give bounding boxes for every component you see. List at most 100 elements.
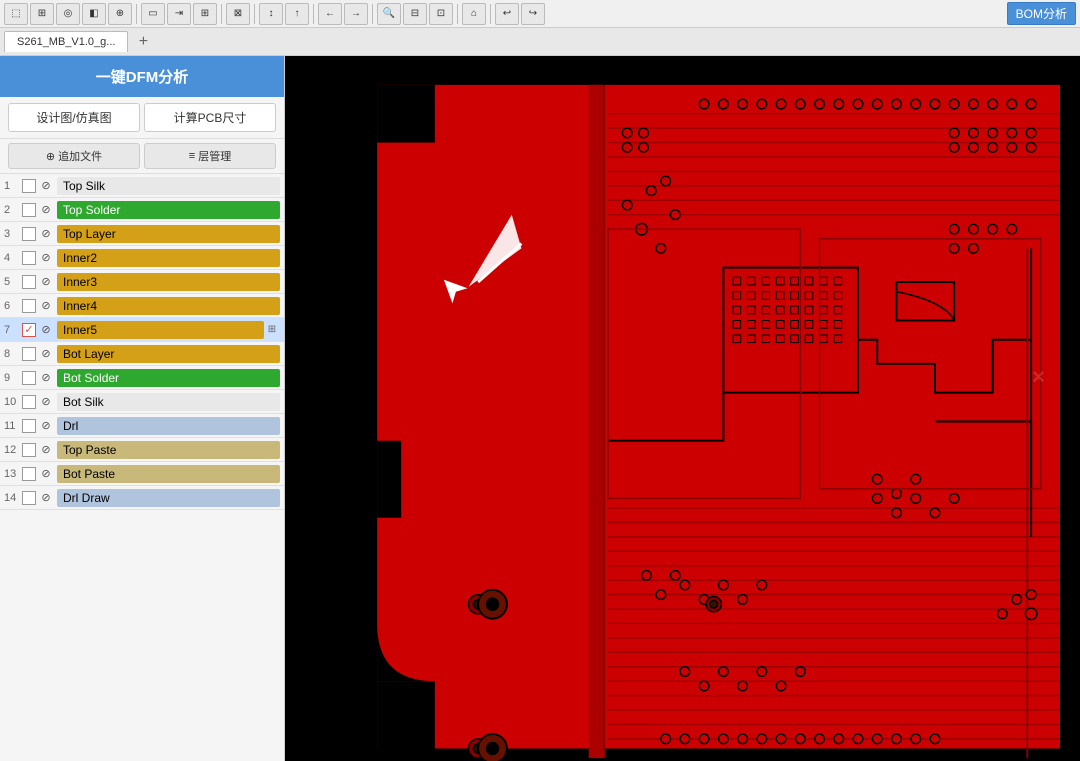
- eye-icon: ⊘: [41, 419, 50, 432]
- sep-7: [490, 4, 491, 24]
- layer-eye-12[interactable]: ⊘: [38, 467, 54, 481]
- layer-row-bot-solder[interactable]: 9⊘Bot Solder: [0, 366, 284, 390]
- layer-row-inner4[interactable]: 6⊘Inner4: [0, 294, 284, 318]
- toolbar-btn-16[interactable]: ⊡: [429, 3, 453, 25]
- layer-label-2: Top Layer: [57, 225, 280, 243]
- calc-pcb-button[interactable]: 计算PCB尺寸: [144, 103, 276, 132]
- layer-expand-6[interactable]: ⊞: [264, 324, 280, 335]
- arrow-indicator-1: ➤: [431, 267, 474, 310]
- eye-icon: ⊘: [41, 275, 50, 288]
- plus-icon: ⊕: [46, 150, 55, 163]
- layer-checkbox-6[interactable]: ✓: [22, 323, 36, 337]
- layer-label-0: Top Silk: [57, 177, 280, 195]
- layer-eye-7[interactable]: ⊘: [38, 347, 54, 361]
- toolbar-btn-17[interactable]: ⌂: [462, 3, 486, 25]
- toolbar-btn-12[interactable]: ←: [318, 3, 342, 25]
- layer-eye-1[interactable]: ⊘: [38, 203, 54, 217]
- layer-row-inner2[interactable]: 4⊘Inner2: [0, 246, 284, 270]
- layer-checkbox-0[interactable]: [22, 179, 36, 193]
- toolbar-btn-5[interactable]: ⊕: [108, 3, 132, 25]
- layer-tools: ⊕ 追加文件 ≡ 层管理: [0, 139, 284, 174]
- tab-s261[interactable]: S261_MB_V1.0_g...: [4, 31, 128, 52]
- layer-eye-2[interactable]: ⊘: [38, 227, 54, 241]
- toolbar-btn-14[interactable]: 🔍: [377, 3, 401, 25]
- layer-eye-0[interactable]: ⊘: [38, 179, 54, 193]
- layer-eye-5[interactable]: ⊘: [38, 299, 54, 313]
- layer-eye-13[interactable]: ⊘: [38, 491, 54, 505]
- layer-label-1: Top Solder: [57, 201, 280, 219]
- check-icon: ✓: [24, 323, 33, 336]
- layer-checkbox-1[interactable]: [22, 203, 36, 217]
- layer-row-inner3[interactable]: 5⊘Inner3: [0, 270, 284, 294]
- layer-row-top-layer[interactable]: 3 ⊘Top Layer: [0, 222, 284, 246]
- toolbar-btn-7[interactable]: ⇥: [167, 3, 191, 25]
- toolbar-btn-6[interactable]: ▭: [141, 3, 165, 25]
- layer-eye-9[interactable]: ⊘: [38, 395, 54, 409]
- layer-num-12: 13: [4, 468, 22, 480]
- layer-checkbox-12[interactable]: [22, 467, 36, 481]
- toolbar-btn-11[interactable]: ↑: [285, 3, 309, 25]
- eye-icon: ⊘: [41, 395, 50, 408]
- layer-checkbox-4[interactable]: [22, 275, 36, 289]
- eye-icon: ⊘: [41, 323, 50, 336]
- toolbar-btn-10[interactable]: ↕: [259, 3, 283, 25]
- add-file-button[interactable]: ⊕ 追加文件: [8, 143, 140, 169]
- svg-text:✕: ✕: [1031, 367, 1046, 387]
- layer-num-1: 2: [4, 204, 22, 216]
- layer-label-5: Inner4: [57, 297, 280, 315]
- toolbar-btn-4[interactable]: ◧: [82, 3, 106, 25]
- layer-checkbox-13[interactable]: [22, 491, 36, 505]
- toolbar-btn-8[interactable]: ⊞: [193, 3, 217, 25]
- layer-eye-8[interactable]: ⊘: [38, 371, 54, 385]
- design-sim-button[interactable]: 设计图/仿真图: [8, 103, 140, 132]
- layer-row-drl-draw[interactable]: 14⊘Drl Draw: [0, 486, 284, 510]
- layer-checkbox-9[interactable]: [22, 395, 36, 409]
- toolbar-btn-13[interactable]: →: [344, 3, 368, 25]
- layer-checkbox-2[interactable]: [22, 227, 36, 241]
- layer-row-top-silk[interactable]: 1⊘Top Silk: [0, 174, 284, 198]
- layer-row-top-paste[interactable]: 12⊘Top Paste: [0, 438, 284, 462]
- layer-label-9: Bot Silk: [57, 393, 280, 411]
- layer-num-2: 3: [4, 228, 22, 240]
- layer-eye-4[interactable]: ⊘: [38, 275, 54, 289]
- toolbar-btn-2[interactable]: ⊞: [30, 3, 54, 25]
- eye-icon: ⊘: [41, 347, 50, 360]
- bom-button[interactable]: BOM分析: [1007, 2, 1076, 25]
- layer-mgmt-button[interactable]: ≡ 层管理: [144, 143, 276, 169]
- layer-row-drl[interactable]: 11⊘Drl: [0, 414, 284, 438]
- layer-row-bot-paste[interactable]: 13⊘Bot Paste: [0, 462, 284, 486]
- layer-label-13: Drl Draw: [57, 489, 280, 507]
- main-layout: 一键DFM分析 设计图/仿真图 计算PCB尺寸 ⊕ 追加文件 ≡ 层管理 1⊘T…: [0, 56, 1080, 761]
- toolbar-btn-1[interactable]: ⬚: [4, 3, 28, 25]
- toolbar-btn-undo[interactable]: ↩: [495, 3, 519, 25]
- layer-label-8: Bot Solder: [57, 369, 280, 387]
- layer-row-bot-silk[interactable]: 10⊘Bot Silk: [0, 390, 284, 414]
- layer-checkbox-5[interactable]: [22, 299, 36, 313]
- toolbar-btn-3[interactable]: ◎: [56, 3, 80, 25]
- pcb-canvas[interactable]: ✕ ➤ ➤: [285, 56, 1080, 761]
- eye-icon: ⊘: [41, 251, 50, 264]
- layer-num-10: 11: [4, 420, 22, 432]
- toolbar-btn-9[interactable]: ⊠: [226, 3, 250, 25]
- layer-checkbox-3[interactable]: [22, 251, 36, 265]
- layer-checkbox-7[interactable]: [22, 347, 36, 361]
- eye-icon: ⊘: [41, 467, 50, 480]
- layer-eye-6[interactable]: ⊘: [38, 323, 54, 337]
- layer-eye-3[interactable]: ⊘: [38, 251, 54, 265]
- toolbar-btn-redo[interactable]: ↪: [521, 3, 545, 25]
- layer-row-bot-layer[interactable]: 8⊘Bot Layer: [0, 342, 284, 366]
- layer-num-3: 4: [4, 252, 22, 264]
- layer-checkbox-8[interactable]: [22, 371, 36, 385]
- layer-list: 1⊘Top Silk2⊘Top Solder3⊘Top Layer4⊘Inner…: [0, 174, 284, 761]
- tab-add-button[interactable]: +: [132, 31, 154, 53]
- layer-eye-10[interactable]: ⊘: [38, 419, 54, 433]
- dfm-title: 一键DFM分析: [96, 69, 189, 86]
- layer-num-6: 7: [4, 324, 22, 336]
- eye-icon: ⊘: [41, 203, 50, 216]
- layer-row-top-solder[interactable]: 2 ⊘ Top Solder: [0, 198, 284, 222]
- layer-checkbox-10[interactable]: [22, 419, 36, 433]
- layer-checkbox-11[interactable]: [22, 443, 36, 457]
- toolbar-btn-15[interactable]: ⊟: [403, 3, 427, 25]
- layer-row-inner5[interactable]: 7✓⊘Inner5⊞: [0, 318, 284, 342]
- layer-eye-11[interactable]: ⊘: [38, 443, 54, 457]
